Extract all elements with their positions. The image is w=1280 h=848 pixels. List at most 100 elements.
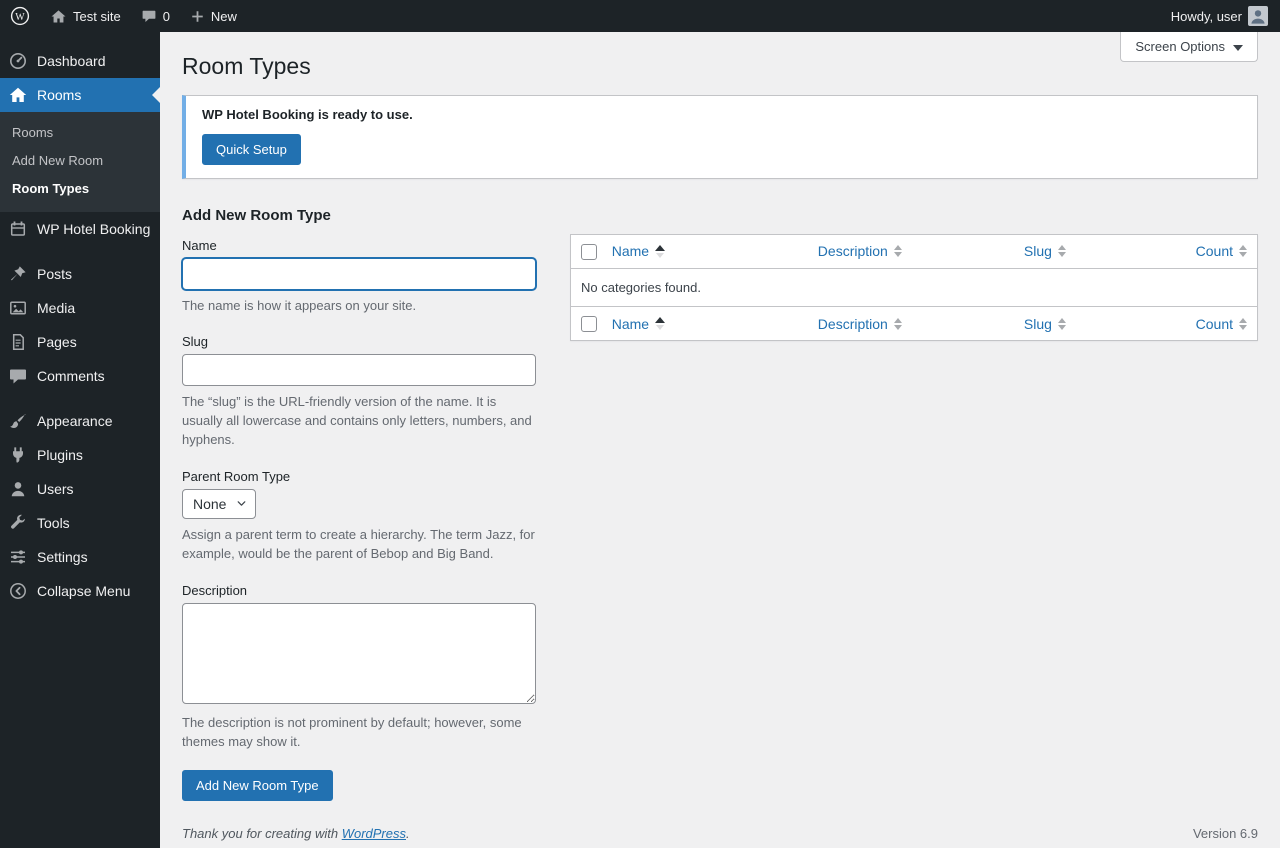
plus-icon (190, 9, 205, 24)
quick-setup-button[interactable]: Quick Setup (202, 133, 301, 165)
sort-asc-icon (655, 244, 666, 258)
sort-by-slug[interactable]: Slug (1024, 316, 1066, 332)
sidebar-item-label: Appearance (37, 413, 113, 429)
empty-state-message: No categories found. (581, 279, 701, 295)
footer-version: Version 6.9 (1192, 826, 1258, 841)
slug-input[interactable] (182, 354, 536, 387)
sidebar-item-label: Settings (37, 549, 88, 565)
dashboard-icon (8, 51, 28, 71)
sidebar-item-pages[interactable]: Pages (0, 325, 160, 359)
description-label: Description (182, 582, 248, 598)
comments-bubble-icon (141, 8, 157, 24)
table-footer-row: Name Description Slug Count (570, 305, 1258, 341)
wordpress-logo-menu[interactable]: W (0, 0, 40, 32)
parent-select-value: None (193, 495, 227, 512)
sort-asc-icon (655, 317, 666, 331)
sort-icon (1239, 317, 1247, 330)
submenu-item-add-new-room[interactable]: Add New Room (0, 147, 160, 175)
add-new-room-type-button[interactable]: Add New Room Type (182, 770, 333, 802)
sidebar-item-wp-hotel-booking[interactable]: WP Hotel Booking (0, 212, 160, 246)
sidebar-item-posts[interactable]: Posts (0, 257, 160, 291)
sidebar-item-label: Collapse Menu (37, 583, 131, 599)
users-icon (8, 479, 28, 499)
sidebar-item-comments[interactable]: Comments (0, 359, 160, 393)
tools-icon (8, 513, 28, 533)
sort-by-count[interactable]: Count (1196, 243, 1247, 259)
footer-thanks: Thank you for creating with WordPress. (182, 826, 410, 841)
site-name-label: Test site (73, 8, 121, 24)
media-icon (8, 298, 28, 318)
settings-icon (8, 547, 28, 567)
notice-message: WP Hotel Booking is ready to use. (202, 106, 413, 122)
sidebar-item-rooms[interactable]: Rooms (0, 78, 160, 112)
sidebar-item-appearance[interactable]: Appearance (0, 404, 160, 438)
sidebar-item-collapse-menu[interactable]: Collapse Menu (0, 574, 160, 608)
sidebar-item-label: Comments (37, 368, 105, 384)
collapse-menu-icon (8, 581, 28, 601)
admin-footer: Thank you for creating with WordPress. V… (182, 826, 1258, 841)
terms-list: Name Description Slug Count No categorie… (570, 233, 1258, 342)
submenu-item-rooms[interactable]: Rooms (0, 119, 160, 147)
select-all-checkbox-bottom[interactable] (581, 316, 597, 333)
sort-icon (893, 317, 902, 330)
sidebar-item-tools[interactable]: Tools (0, 506, 160, 540)
sort-by-description[interactable]: Description (818, 243, 902, 259)
select-all-checkbox[interactable] (581, 243, 597, 260)
sort-by-count[interactable]: Count (1196, 316, 1247, 332)
appearance-icon (8, 411, 28, 431)
setup-notice: WP Hotel Booking is ready to use. Quick … (182, 94, 1258, 179)
sort-by-slug[interactable]: Slug (1024, 243, 1066, 259)
table-header-row: Name Description Slug Count (570, 234, 1258, 269)
posts-icon (8, 264, 28, 284)
admin-bar: W Test site 0 New Howdy, user (0, 0, 1280, 32)
svg-text:W: W (15, 12, 25, 23)
sort-icon (1239, 245, 1247, 258)
sidebar-item-label: Media (37, 300, 76, 316)
sort-icon (1057, 245, 1066, 258)
comments-menu[interactable]: 0 (131, 0, 180, 32)
home-icon (50, 8, 67, 25)
screen-options-label: Screen Options (1135, 39, 1225, 54)
name-input[interactable] (182, 257, 536, 290)
sort-by-name[interactable]: Name (612, 316, 666, 332)
sort-by-name[interactable]: Name (612, 243, 666, 259)
room-types-table: Name Description Slug Count No categorie… (570, 233, 1258, 342)
howdy-label: Howdy, user (1170, 8, 1242, 24)
add-new-room-type-heading: Add New Room Type (182, 206, 331, 224)
sidebar-item-users[interactable]: Users (0, 472, 160, 506)
screen-options-toggle[interactable]: Screen Options (1120, 32, 1258, 62)
parent-help: Assign a parent term to create a hierarc… (182, 526, 535, 561)
new-label: New (210, 8, 237, 24)
sidebar-item-settings[interactable]: Settings (0, 540, 160, 574)
sidebar-item-label: Dashboard (37, 53, 106, 69)
rooms-icon (8, 85, 28, 105)
sidebar-item-label: Users (37, 481, 74, 497)
plugins-icon (8, 445, 28, 465)
description-help: The description is not prominent by defa… (182, 714, 522, 749)
account-menu[interactable]: Howdy, user (1161, 0, 1280, 32)
sort-icon (1057, 317, 1066, 330)
sidebar-item-label: Rooms (37, 87, 82, 103)
description-textarea[interactable] (182, 602, 536, 704)
empty-state-row: No categories found. (571, 268, 1258, 306)
wordpress-link[interactable]: WordPress (342, 826, 406, 841)
add-term-form: Add New Room Type Name The name is how i… (182, 201, 536, 802)
avatar (1248, 6, 1268, 26)
parent-room-type-select[interactable]: None (182, 488, 257, 519)
wordpress-logo-icon: W (10, 6, 30, 26)
submenu-item-room-types[interactable]: Room Types (0, 175, 160, 203)
comments-icon (8, 366, 28, 386)
sidebar-item-dashboard[interactable]: Dashboard (0, 44, 160, 78)
sidebar-item-media[interactable]: Media (0, 291, 160, 325)
sidebar-item-label: Pages (37, 334, 77, 350)
admin-sidebar: Dashboard Rooms Rooms Add New Room Room … (0, 32, 160, 848)
name-help: The name is how it appears on your site. (182, 297, 417, 313)
name-label: Name (182, 237, 217, 253)
sidebar-item-label: Tools (37, 515, 70, 531)
sort-by-description[interactable]: Description (818, 316, 902, 332)
new-content-menu[interactable]: New (180, 0, 247, 32)
site-name-menu[interactable]: Test site (40, 0, 131, 32)
sidebar-item-plugins[interactable]: Plugins (0, 438, 160, 472)
comments-count: 0 (162, 8, 170, 24)
pages-icon (8, 332, 28, 352)
